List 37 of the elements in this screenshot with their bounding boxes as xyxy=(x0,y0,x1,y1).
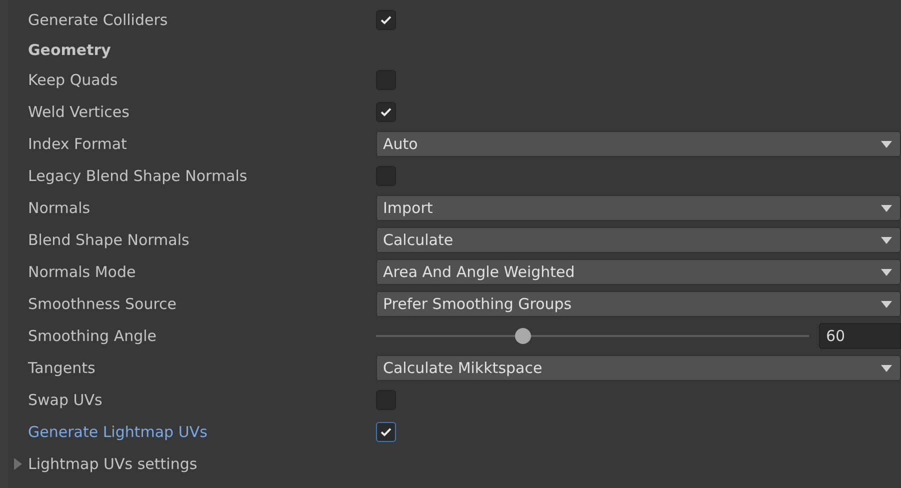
field-label: Legacy Blend Shape Normals xyxy=(27,167,248,185)
field-label: Normals Mode xyxy=(27,263,137,281)
dropdown-arrow-icon xyxy=(881,140,892,148)
dropdown[interactable]: Auto xyxy=(376,131,901,157)
field-label: Keep Quads xyxy=(27,71,119,89)
number-field[interactable]: 60 xyxy=(819,323,901,349)
field-label: Tangents xyxy=(27,359,96,377)
checkbox[interactable] xyxy=(376,102,396,122)
field-label: Normals xyxy=(27,199,92,217)
field-label: Generate Lightmap UVs xyxy=(27,423,208,441)
field-label: Blend Shape Normals xyxy=(27,231,190,249)
dropdown-arrow-icon xyxy=(881,300,892,308)
dropdown-arrow-icon xyxy=(881,204,892,212)
section-header: Geometry xyxy=(27,41,112,59)
checkmark-icon xyxy=(380,15,392,25)
dropdown[interactable]: Import xyxy=(376,195,901,221)
foldout[interactable]: Lightmap UVs settings xyxy=(8,455,198,473)
dropdown-arrow-icon xyxy=(881,268,892,276)
checkbox[interactable] xyxy=(376,422,396,442)
dropdown[interactable]: Prefer Smoothing Groups xyxy=(376,291,901,317)
field-label: Generate Colliders xyxy=(27,11,169,29)
field-label: Swap UVs xyxy=(27,391,104,409)
dropdown-arrow-icon xyxy=(881,364,892,372)
dropdown[interactable]: Area And Angle Weighted xyxy=(376,259,901,285)
field-label: Weld Vertices xyxy=(27,103,130,121)
dropdown-arrow-icon xyxy=(881,236,892,244)
slider-thumb[interactable] xyxy=(515,328,532,344)
slider[interactable] xyxy=(376,328,809,344)
dropdown[interactable]: Calculate xyxy=(376,227,901,253)
field-label: Smoothing Angle xyxy=(27,327,158,345)
expand-arrow-icon xyxy=(14,458,22,470)
field-label: Smoothness Source xyxy=(27,295,178,313)
checkmark-icon xyxy=(380,427,392,437)
field-label: Index Format xyxy=(27,135,128,153)
checkbox[interactable] xyxy=(376,10,396,30)
checkmark-icon xyxy=(380,107,392,117)
dropdown[interactable]: Calculate Mikktspace xyxy=(376,355,901,381)
